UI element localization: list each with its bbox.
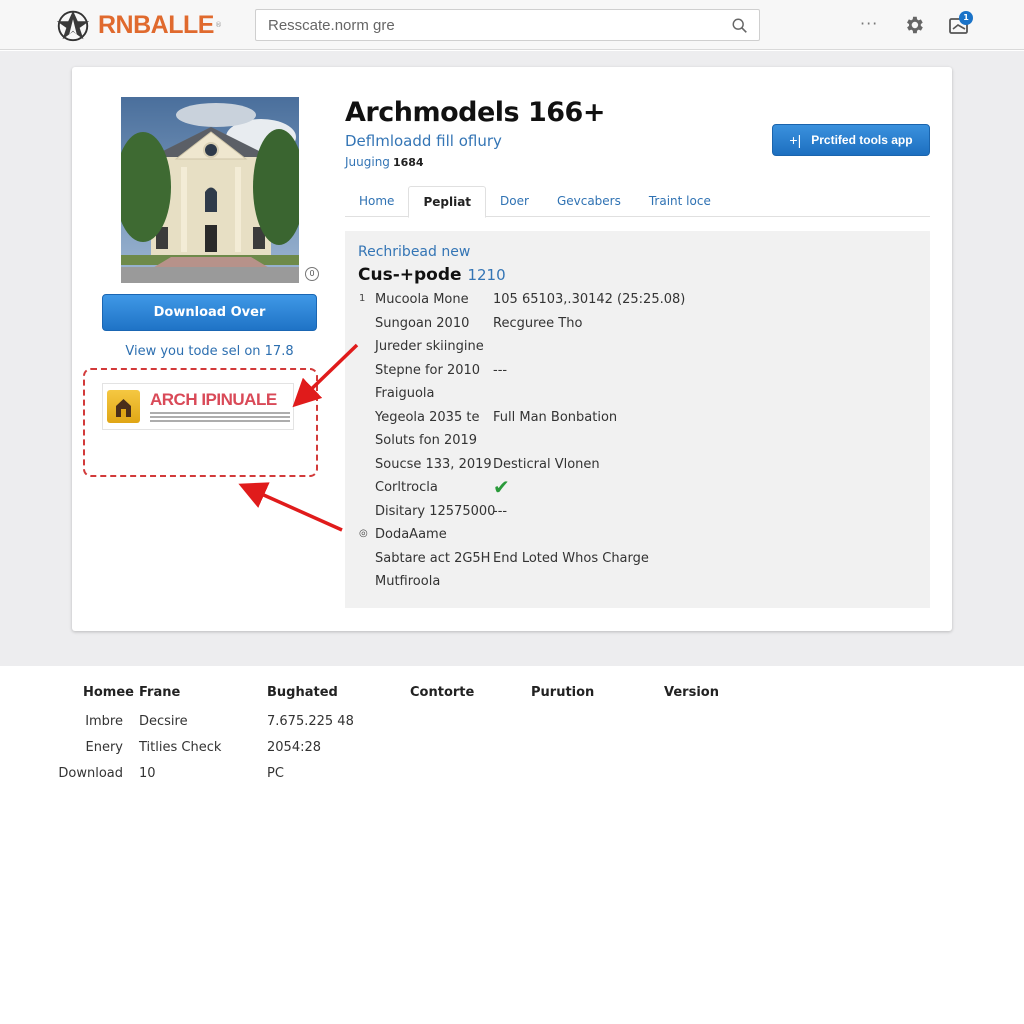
brand-logo-icon — [56, 10, 90, 42]
more-icon[interactable]: ··· — [860, 14, 878, 33]
detail-value: 105 65103,.30142 (25:25.08) — [493, 292, 686, 307]
get-app-button[interactable]: +| Prctifed tools app — [772, 124, 930, 156]
detail-value: Recguree Tho — [493, 315, 583, 331]
tab-pepliat[interactable]: Pepliat — [408, 186, 487, 218]
search-input[interactable] — [256, 10, 716, 40]
table-cell: 2054:28 — [267, 740, 322, 755]
tab-gevcabers[interactable]: Gevcabers — [543, 186, 635, 217]
table-cell: Titlies Check — [139, 740, 222, 755]
app-icon: +| — [789, 132, 802, 148]
detail-key: Mucoola Mone — [375, 292, 469, 307]
gear-icon[interactable] — [903, 14, 925, 36]
tab-traint-loce[interactable]: Traint loce — [635, 186, 725, 217]
product-subtitle-link[interactable]: Deflmloadd fill oflury — [345, 132, 502, 150]
detail-row: 1 Mucoola Mone 105 65103,.30142 (25:25.08) — [345, 289, 930, 313]
detail-key: Soluts fon 2019 — [375, 433, 478, 448]
detail-value: Desticral Vlonen — [493, 456, 600, 472]
details-list: 1 Mucoola Mone 105 65103,.30142 (25:25.08)… — [345, 289, 930, 595]
ad-fine-print — [150, 412, 290, 424]
table-cell: Download — [58, 766, 123, 781]
detail-key: DodaAame — [375, 527, 447, 542]
detail-value: End Loted Whos Charge — [493, 550, 649, 566]
detail-row: Disitary 12575000 --- — [345, 501, 930, 525]
detail-row: Corltrocla ✔ — [345, 477, 930, 501]
details-heading-link[interactable]: Rechribead new — [358, 244, 470, 260]
details-subheading-text: Cus-+pode — [358, 265, 462, 285]
detail-row: Yegeola 2035 te Full Man Bonbation — [345, 407, 930, 431]
table-cell: PC — [267, 766, 284, 781]
detail-row: ◎ DodaAame — [345, 524, 930, 548]
detail-row: Soucse 133, 2019 Desticral Vlonen — [345, 454, 930, 478]
detail-key: Corltrocla — [375, 480, 438, 495]
detail-key: Stepne for 2010 — [375, 362, 481, 378]
meta-value: 1684 — [392, 156, 424, 169]
column-header: Homee — [83, 685, 134, 700]
detail-value: --- — [493, 362, 508, 378]
column-header: Purution — [531, 685, 595, 700]
detail-row: Sungoan 2010 Recguree Tho — [345, 313, 930, 337]
page-title: Archmodels 166+ — [345, 97, 605, 128]
top-bar: RNBALLE ® ··· 1 — [0, 0, 1024, 50]
detail-row: Soluts fon 2019 — [345, 430, 930, 454]
image-info-icon[interactable]: 0 — [305, 267, 319, 281]
table-cell: 7.675.225 48 — [267, 714, 354, 729]
product-meta: Juuging 1684 — [345, 155, 424, 169]
detail-value: Full Man Bonbation — [493, 409, 618, 425]
notification-badge: 1 — [959, 11, 973, 25]
table-cell: 10 — [139, 766, 156, 781]
download-button[interactable]: Download Over — [102, 294, 317, 331]
product-thumbnail[interactable] — [121, 97, 299, 283]
column-header: Version — [664, 685, 719, 700]
ad-banner[interactable]: ARCH IPINUALE — [102, 383, 294, 430]
details-panel: Rechribead new Cus-+pode 1210 1 Mucoola M… — [345, 231, 930, 608]
row-marker-icon: ◎ — [359, 528, 368, 539]
column-header: Bughated — [267, 685, 338, 700]
brand-name: RNBALLE — [98, 10, 214, 39]
detail-value: --- — [493, 503, 508, 519]
details-subheading: Cus-+pode 1210 — [358, 265, 506, 285]
ad-house-icon — [107, 390, 140, 423]
detail-row: Mutfiroola — [345, 571, 930, 595]
building-image — [121, 97, 299, 283]
table-cell: Enery — [85, 740, 124, 755]
tab-doer[interactable]: Doer — [486, 186, 543, 217]
detail-row: Sabtare act 2G5H End Loted Whos Charge — [345, 548, 930, 572]
row-marker-icon: 1 — [359, 293, 366, 304]
details-subheading-number: 1210 — [467, 266, 506, 284]
table-cell: Decsire — [139, 714, 188, 729]
tab-home[interactable]: Home — [345, 186, 408, 217]
detail-key: Disitary 12575000 — [375, 503, 496, 519]
detail-row: Fraiguola — [345, 383, 930, 407]
search-box — [255, 9, 760, 41]
brand-logo[interactable]: RNBALLE ® — [54, 6, 222, 44]
highlighted-ad-region: ARCH IPINUALE — [83, 368, 318, 477]
column-header: Frane — [139, 685, 181, 700]
detail-key: Sungoan 2010 — [375, 315, 470, 331]
detail-key: Yegeola 2035 te — [375, 409, 480, 425]
search-icon[interactable] — [731, 17, 749, 35]
get-app-label: Prctifed tools app — [811, 133, 913, 147]
ad-title: ARCH IPINUALE — [150, 390, 277, 409]
product-card: 0 Download Over View you tode sel on 17.… — [72, 67, 952, 631]
registered-mark: ® — [214, 21, 222, 29]
view-version-link[interactable]: View you tode sel on 17.8 — [102, 344, 317, 359]
column-header: Contorte — [410, 685, 475, 700]
check-icon: ✔ — [493, 475, 510, 499]
detail-key: Mutfiroola — [375, 574, 441, 589]
meta-label: Juuging — [345, 155, 390, 169]
detail-key: Fraiguola — [375, 386, 435, 401]
detail-key: Sabtare act 2G5H — [375, 550, 491, 566]
detail-row: Jureder skiingine — [345, 336, 930, 360]
table-cell: Imbre — [85, 714, 123, 729]
detail-key: Jureder skiingine — [375, 339, 484, 354]
tab-bar: Home Pepliat Doer Gevcabers Traint loce — [345, 186, 930, 218]
detail-row: Stepne for 2010 --- — [345, 360, 930, 384]
detail-key: Soucse 133, 2019 — [375, 456, 492, 472]
